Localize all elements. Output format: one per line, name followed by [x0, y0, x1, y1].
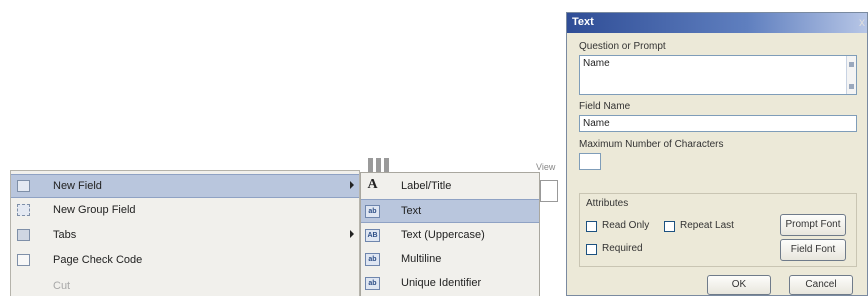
- attributes-label: Attributes: [586, 198, 629, 209]
- menu-item-label: Tabs: [53, 229, 77, 241]
- menu-item-label: Cut: [53, 280, 71, 292]
- dialog-titlebar[interactable]: Text x: [567, 13, 867, 33]
- text-field-dialog: Text x Question or Prompt Name Field Nam…: [566, 12, 868, 296]
- field-font-button[interactable]: Field Font: [780, 239, 846, 261]
- menu-item-cut[interactable]: Cut: [11, 275, 359, 299]
- submenu-item-text-uppercase[interactable]: AB Text (Uppercase): [361, 224, 539, 248]
- prompt-font-button[interactable]: Prompt Font: [780, 214, 846, 236]
- submenu-arrow-icon: [350, 230, 354, 238]
- cancel-button[interactable]: Cancel: [789, 275, 853, 295]
- submenu-item-label: Text: [401, 205, 422, 217]
- submenu-item-label: Unique Identifier: [401, 277, 482, 289]
- menu-item-new-field[interactable]: New Field: [11, 174, 359, 198]
- submenu-item-label: Label/Title: [401, 180, 452, 192]
- close-icon[interactable]: x: [859, 16, 865, 28]
- menu-item-page-check-code[interactable]: Page Check Code: [11, 249, 359, 273]
- background-view-label: View: [536, 162, 556, 172]
- scroll-down-icon: [849, 84, 854, 89]
- read-only-label: Read Only: [602, 220, 650, 231]
- repeat-last-checkbox[interactable]: [664, 221, 675, 232]
- background-toolbar-fragment: [368, 158, 390, 172]
- submenu-item-text[interactable]: ab Text: [361, 199, 539, 223]
- field-name-label: Field Name: [579, 101, 631, 112]
- question-scrollbar[interactable]: [846, 56, 856, 94]
- new-group-field-icon: [17, 204, 30, 216]
- label-title-icon: A: [367, 177, 378, 192]
- submenu-item-label-title[interactable]: A Label/Title: [361, 175, 539, 199]
- menu-item-label: Page Check Code: [53, 254, 143, 266]
- new-field-icon: [17, 180, 30, 192]
- submenu-item-label: Multiline: [401, 253, 442, 265]
- read-only-checkbox[interactable]: [586, 221, 597, 232]
- max-chars-label: Maximum Number of Characters: [579, 139, 724, 150]
- new-field-submenu: A Label/Title ab Text AB Text (Uppercase…: [360, 172, 540, 296]
- question-input[interactable]: Name: [579, 55, 857, 95]
- dialog-title: Text: [572, 16, 594, 28]
- field-name-input[interactable]: Name: [579, 115, 857, 132]
- ok-button[interactable]: OK: [707, 275, 771, 295]
- page-check-code-icon: [17, 254, 30, 266]
- menu-item-tabs[interactable]: Tabs: [11, 224, 359, 248]
- menu-item-label: New Field: [53, 180, 102, 192]
- submenu-item-multiline[interactable]: ab Multiline: [361, 248, 539, 272]
- scroll-up-icon: [849, 62, 854, 67]
- multiline-icon: ab: [365, 253, 380, 266]
- text-field-icon: ab: [365, 205, 380, 218]
- unique-identifier-icon: ab: [365, 277, 380, 290]
- required-checkbox[interactable]: [586, 244, 597, 255]
- tabs-icon: [17, 229, 30, 241]
- required-label: Required: [602, 243, 643, 254]
- question-value: Name: [583, 58, 610, 69]
- menu-item-new-group-field[interactable]: New Group Field: [11, 199, 359, 223]
- background-fragment: [540, 180, 558, 202]
- menu-item-label: New Group Field: [53, 204, 136, 216]
- context-menu: New Field New Group Field Tabs Page Chec…: [10, 170, 360, 296]
- max-chars-input[interactable]: [579, 153, 601, 170]
- question-label: Question or Prompt: [579, 41, 666, 52]
- field-name-value: Name: [583, 118, 610, 129]
- submenu-item-label: Text (Uppercase): [401, 229, 485, 241]
- uppercase-text-icon: AB: [365, 229, 380, 242]
- submenu-item-unique-identifier[interactable]: ab Unique Identifier: [361, 272, 539, 296]
- repeat-last-label: Repeat Last: [680, 220, 734, 231]
- submenu-arrow-icon: [350, 181, 354, 189]
- attributes-group: Attributes Read Only Repeat Last Require…: [579, 193, 857, 267]
